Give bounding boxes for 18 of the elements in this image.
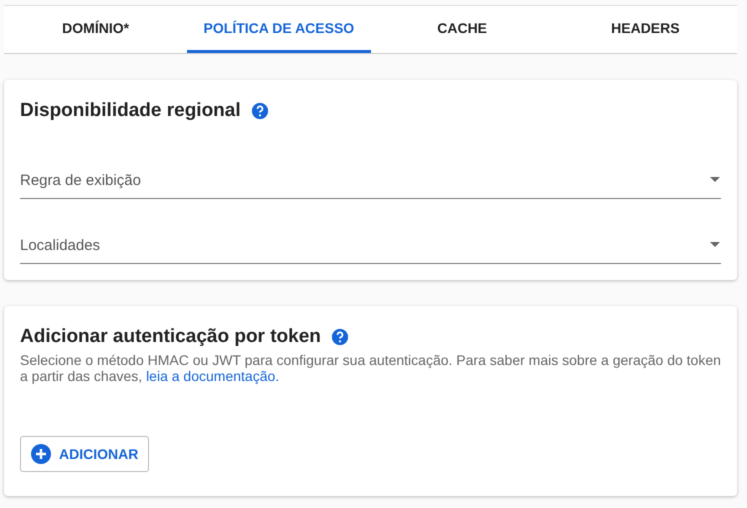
tab[interactable]: DOMÍNIO* xyxy=(4,6,188,53)
field-label: Regra de exibição xyxy=(20,172,141,188)
plus-icon xyxy=(31,444,51,464)
field-label: Localidades xyxy=(20,236,100,254)
add-button[interactable]: ADICIONAR xyxy=(20,436,150,472)
help-icon[interactable] xyxy=(330,328,349,346)
tab[interactable]: HEADERS xyxy=(554,6,737,53)
description-text: Selecione o método HMAC ou JWT para configurar sua autenticação. Para saber mais sobre a geração do token a partir das chaves, leia a documentação. xyxy=(20,352,721,384)
tab[interactable]: CACHE xyxy=(370,6,554,53)
select-field[interactable]: Localidades xyxy=(20,227,721,264)
card-title: Adicionar autenticação por token xyxy=(20,326,321,348)
dropdown-icon xyxy=(709,242,721,248)
documentation-link[interactable]: leia a documentação. xyxy=(146,368,280,384)
help-icon[interactable] xyxy=(250,102,269,120)
dropdown-icon xyxy=(709,177,721,183)
select-field[interactable]: Regra de exibição xyxy=(20,162,721,199)
tab[interactable]: POLÍTICA DE ACESSO xyxy=(187,6,370,53)
card-title: Disponibilidade regional xyxy=(20,100,241,122)
